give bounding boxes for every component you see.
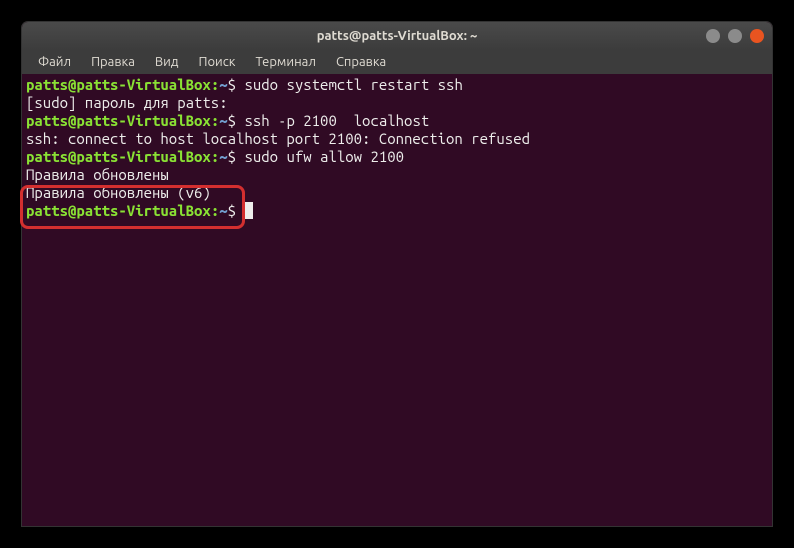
prompt-path: ~ xyxy=(219,76,227,93)
prompt-dollar: $ xyxy=(228,76,236,93)
titlebar: patts@patts-VirtualBox: ~ xyxy=(22,22,772,50)
prompt-dollar: $ xyxy=(228,202,236,219)
menubar: Файл Правка Вид Поиск Терминал Справка xyxy=(22,50,772,74)
prompt-dollar: $ xyxy=(228,112,236,129)
prompt-user: patts@patts-VirtualBox xyxy=(26,76,211,93)
prompt-user: patts@patts-VirtualBox xyxy=(26,202,211,219)
terminal-line: [sudo] пароль для patts: xyxy=(26,94,768,112)
maximize-button[interactable] xyxy=(728,29,742,43)
command-text: sudo ufw allow 2100 xyxy=(244,148,404,165)
terminal-content[interactable]: patts@patts-VirtualBox:~$ sudo systemctl… xyxy=(22,74,772,526)
terminal-line: patts@patts-VirtualBox:~$ sudo systemctl… xyxy=(26,76,768,94)
output-text: ssh: connect to host localhost port 2100… xyxy=(26,130,530,147)
prompt-user: patts@patts-VirtualBox xyxy=(26,112,211,129)
terminal-line: patts@patts-VirtualBox:~$ xyxy=(26,202,768,220)
prompt-dollar: $ xyxy=(228,148,236,165)
close-button[interactable] xyxy=(750,29,764,43)
prompt-user: patts@patts-VirtualBox xyxy=(26,148,211,165)
menu-file[interactable]: Файл xyxy=(30,53,79,71)
prompt-path: ~ xyxy=(219,202,227,219)
menu-search[interactable]: Поиск xyxy=(190,53,243,71)
prompt-path: ~ xyxy=(219,112,227,129)
cursor-icon xyxy=(244,202,253,219)
output-text: [sudo] пароль для patts: xyxy=(26,94,228,111)
prompt-sep: : xyxy=(211,112,219,129)
output-text: Правила обновлены xyxy=(26,166,169,183)
terminal-line: Правила обновлены xyxy=(26,166,768,184)
prompt-sep: : xyxy=(211,202,219,219)
minimize-button[interactable] xyxy=(706,29,720,43)
command-text: ssh -p 2100 localhost xyxy=(244,112,429,129)
prompt-sep: : xyxy=(211,76,219,93)
terminal-line: patts@patts-VirtualBox:~$ sudo ufw allow… xyxy=(26,148,768,166)
terminal-line: patts@patts-VirtualBox:~$ ssh -p 2100 lo… xyxy=(26,112,768,130)
menu-view[interactable]: Вид xyxy=(147,53,187,71)
prompt-path: ~ xyxy=(219,148,227,165)
menu-edit[interactable]: Правка xyxy=(83,53,143,71)
window-controls xyxy=(706,29,764,43)
command-text: sudo systemctl restart ssh xyxy=(244,76,462,93)
menu-help[interactable]: Справка xyxy=(328,53,394,71)
terminal-window: patts@patts-VirtualBox: ~ Файл Правка Ви… xyxy=(22,22,772,526)
terminal-line: Правила обновлены (v6) xyxy=(26,184,768,202)
terminal-line: ssh: connect to host localhost port 2100… xyxy=(26,130,768,148)
prompt-sep: : xyxy=(211,148,219,165)
menu-terminal[interactable]: Терминал xyxy=(247,53,323,71)
output-text: Правила обновлены (v6) xyxy=(26,184,211,201)
window-title: patts@patts-VirtualBox: ~ xyxy=(317,29,478,43)
